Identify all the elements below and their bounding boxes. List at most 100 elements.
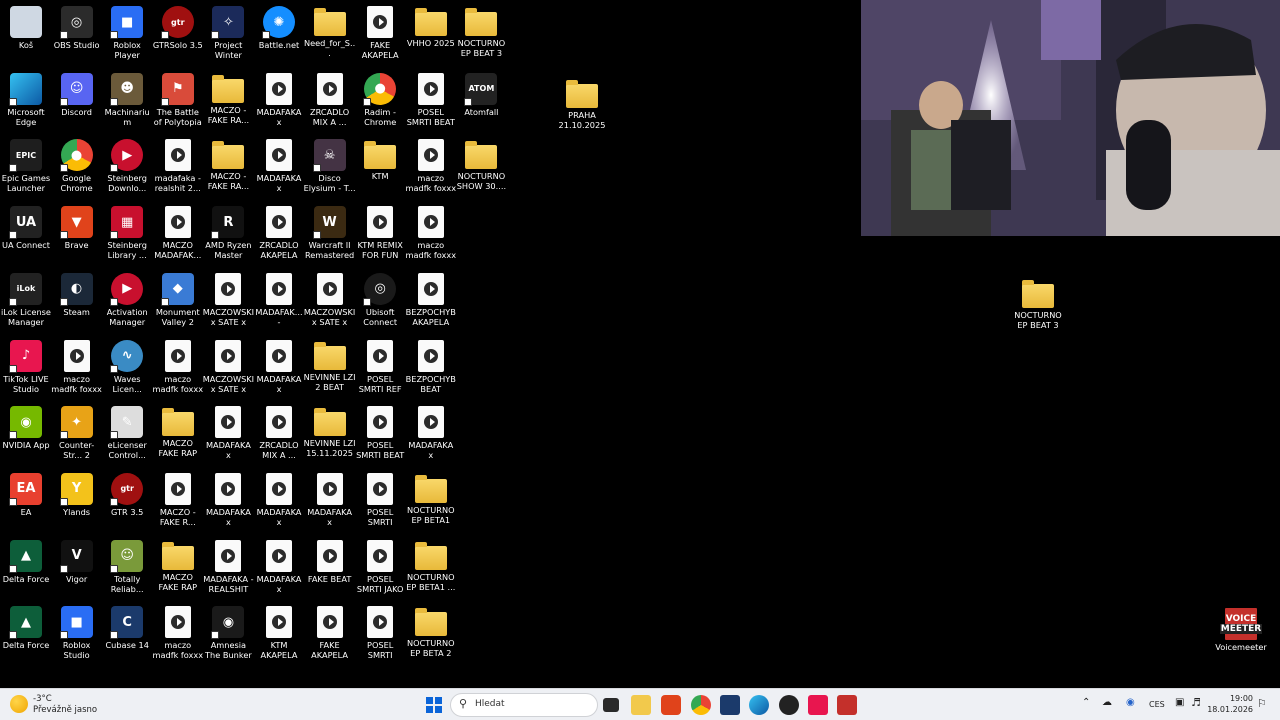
desktop-icon-col4-2[interactable]: MACZO - FAKE RA... [202,135,254,199]
desktop-icon-col1-2[interactable]: ● Google Chrome [51,135,103,199]
desktop-icon-col8-8[interactable]: NOCTURNO EP BETA1 ... [405,536,457,600]
desktop-icon-col3-2[interactable]: madafaka - realshit 2... [152,135,204,199]
obs-icon[interactable] [779,695,799,715]
desktop-icon-col7-3[interactable]: KTM REMIX FOR FUN [354,202,406,266]
desktop-icon-col7-1[interactable]: ● Radim - Chrome [354,69,406,133]
desktop-icon-col0-3[interactable]: UA UA Connect [0,202,52,266]
desktop-icon-col2-0[interactable]: ■ Roblox Player [101,2,153,66]
desktop-icon-col3-8[interactable]: MACZO FAKE RAP 3.10.20... [152,536,204,600]
desktop-icon-col5-4[interactable]: MADAFAK... - ZRCADLO... [253,269,305,333]
desktop-icon-col6-9[interactable]: FAKE AKAPELA [304,602,356,666]
desktop-icon-col8-7[interactable]: NOCTURNO EP BETA1 [405,469,457,533]
desktop-icon-col1-9[interactable]: ■ Roblox Studio [51,602,103,666]
desktop-icon-col8-2[interactable]: maczo madfk foxxx - kill b... [405,135,457,199]
folder-praha[interactable]: PRAHA 21.10.2025 [556,74,608,138]
desktop-icon-col4-7[interactable]: MADAFAKA x MACZOWS... [202,469,254,533]
desktop-icon-col6-7[interactable]: MADAFAKA x MACZOWS... [304,469,356,533]
weather-icon[interactable] [10,695,28,713]
volume-icon[interactable]: ♬ [1191,696,1201,709]
chrome-icon[interactable] [691,695,711,715]
desktop-icon-col6-1[interactable]: ZRCADLO MIX A ... [304,69,356,133]
desktop-icon-col2-5[interactable]: ∿ Waves Licen... [101,336,153,400]
desktop-icon-col5-6[interactable]: ZRCADLO MIX A ... [253,402,305,466]
desktop-icon-col5-2[interactable]: MADAFAKA x MACZOWS... [253,135,305,199]
desktop-icon-col4-9[interactable]: ◉ Amnesia The Bunker [202,602,254,666]
notification-bell-icon[interactable]: ⚐ [1257,697,1267,710]
edge-icon[interactable] [749,695,769,715]
desktop-icon-col6-5[interactable]: NEVINNE LZI 2 BEAT [304,336,356,400]
clock-time[interactable]: 19:00 [1213,694,1253,703]
desktop-icon-col4-3[interactable]: R AMD Ryzen Master [202,202,254,266]
desktop-icon-col9-2[interactable]: NOCTURNO SHOW 30.... [455,135,507,199]
desktop-icon-col0-1[interactable]: Microsoft Edge [0,69,52,133]
desktop-icon-col3-1[interactable]: ⚑ The Battle of Polytopia [152,69,204,133]
desktop-icon-col0-7[interactable]: EA EA [0,469,52,533]
desktop-icon-col3-9[interactable]: maczo madfk foxxx - kill b... [152,602,204,666]
desktop-icon-col0-4[interactable]: iLok iLok License Manager [0,269,52,333]
desktop-icon-col9-0[interactable]: NOCTURNO EP BEAT 3 [455,2,507,66]
language-indicator[interactable]: CES [1149,700,1165,709]
desktop-icon-col5-8[interactable]: MADAFAKA x MACZOWS... [253,536,305,600]
desktop-icon-col8-9[interactable]: NOCTURNO EP BETA 2 [405,602,457,666]
desktop-icon-col1-3[interactable]: ▼ Brave [51,202,103,266]
desktop-icon-col6-2[interactable]: ☠ Disco Elysium - T... [304,135,356,199]
desktop-icon-col2-3[interactable]: ▦ Steinberg Library ... [101,202,153,266]
desktop-icon-col0-9[interactable]: ▲ Delta Force [0,602,52,666]
folder-praha-nocturno[interactable]: NOCTURNO EP BEAT 3 [1012,274,1064,338]
start-button[interactable] [426,697,442,713]
desktop-icon-col8-1[interactable]: POSEL SMRTI BEAT 23.11.... [405,69,457,133]
desktop-icon-col2-6[interactable]: ✎ eLicenser Control... [101,402,153,466]
desktop-icon-col1-1[interactable]: ☺ Discord [51,69,103,133]
desktop-icon-col3-6[interactable]: MACZO FAKE RAP 3.10.20... [152,402,204,466]
desktop-icon-col3-3[interactable]: MACZO MADAFAK... [152,202,204,266]
network-tray-icon[interactable]: ☁ [1102,697,1112,708]
desktop-icon-col8-5[interactable]: BEZPOCHYB BEAT [405,336,457,400]
desktop-icon-col5-7[interactable]: MADAFAKA x MACZOWS... [253,469,305,533]
desktop-icon-col5-9[interactable]: KTM AKAPELA [253,602,305,666]
desktop-icon-col1-5[interactable]: maczo madfk foxxx - kill b... [51,336,103,400]
chevron-up-icon[interactable]: ⌃ [1082,697,1090,708]
desktop-icon-col0-8[interactable]: ▲ Delta Force [0,536,52,600]
desktop-icon-col8-6[interactable]: MADAFAKA x MACZOWS... [405,402,457,466]
desktop-icon-col9-1[interactable]: ATOM Atomfall [455,69,507,133]
desktop-icon-col4-1[interactable]: MACZO - FAKE RA... [202,69,254,133]
task-view-icon[interactable] [603,698,619,712]
desktop-icon-col7-4[interactable]: ◎ Ubisoft Connect [354,269,406,333]
mic-icon[interactable]: ◉ [1126,697,1135,708]
desktop-icon-col4-8[interactable]: MADAFAKA - REALSHIT 1... [202,536,254,600]
desktop-icon-col6-0[interactable]: Need_for_S... [304,2,356,66]
desktop-icon-col6-8[interactable]: FAKE BEAT [304,536,356,600]
tiktok-live-icon[interactable] [808,695,828,715]
desktop-icon-col4-6[interactable]: MADAFAKA x MACZOWS... [202,402,254,466]
desktop-icon-col3-4[interactable]: ◆ Monument Valley 2 [152,269,204,333]
desktop-icon-col6-6[interactable]: NEVINNE LZI 15.11.2025 [304,402,356,466]
desktop-icon-col7-7[interactable]: POSEL SMRTI AKAPELA 11 [354,469,406,533]
clock-date[interactable]: 18.01.2026 [1205,705,1253,714]
desktop-icon-col6-4[interactable]: MACZOWSKI x SATE x M... [304,269,356,333]
desktop-icon-col5-3[interactable]: ZRCADLO AKAPELA [253,202,305,266]
desktop-icon-col5-0[interactable]: ✺ Battle.net [253,2,305,66]
desktop-icon-col2-1[interactable]: ☻ Machinarium [101,69,153,133]
desktop-icon-col1-6[interactable]: ✦ Counter-Str... 2 [51,402,103,466]
desktop-icon-col0-6[interactable]: ◉ NVIDIA App [0,402,52,466]
file-explorer-icon[interactable] [631,695,651,715]
desktop-icon-col5-1[interactable]: MADAFAKA x MACZOWS... [253,69,305,133]
desktop-icon-col1-4[interactable]: ◐ Steam [51,269,103,333]
voicemeeter-shortcut[interactable]: VOICE MEETER Voicemeeter [1215,604,1267,668]
desktop-icon-col6-3[interactable]: W Warcraft II Remastered [304,202,356,266]
desktop-icon-col2-8[interactable]: ☺ Totally Reliab... [101,536,153,600]
desktop-icon-col4-4[interactable]: MACZOWSKI x SATE x M... [202,269,254,333]
search-box[interactable]: ⚲ Hledat [450,693,598,717]
desktop-icon-col3-7[interactable]: MACZO - FAKE R... [152,469,204,533]
desktop-icon-col7-9[interactable]: POSEL SMRTI AKAPELA 2... [354,602,406,666]
desktop-icon-col0-2[interactable]: EPIC Epic Games Launcher [0,135,52,199]
desktop-icon-col7-2[interactable]: KTM [354,135,406,199]
desktop-icon-col1-7[interactable]: Y Ylands [51,469,103,533]
desktop-icon-col0-5[interactable]: ♪ TikTok LIVE Studio [0,336,52,400]
desktop-icon-col2-2[interactable]: ▶ Steinberg Downlo... [101,135,153,199]
desktop-icon-col8-0[interactable]: VHHO 2025 [405,2,457,66]
desktop-icon-col3-0[interactable]: gtr GTRSolo 3.5 [152,2,204,66]
desktop-icon-col4-5[interactable]: MACZOWSKI x SATE x M... [202,336,254,400]
desktop-icon-col5-5[interactable]: MADAFAKA x MACZOWS... [253,336,305,400]
desktop-icon-col4-0[interactable]: ✧ Project Winter [202,2,254,66]
